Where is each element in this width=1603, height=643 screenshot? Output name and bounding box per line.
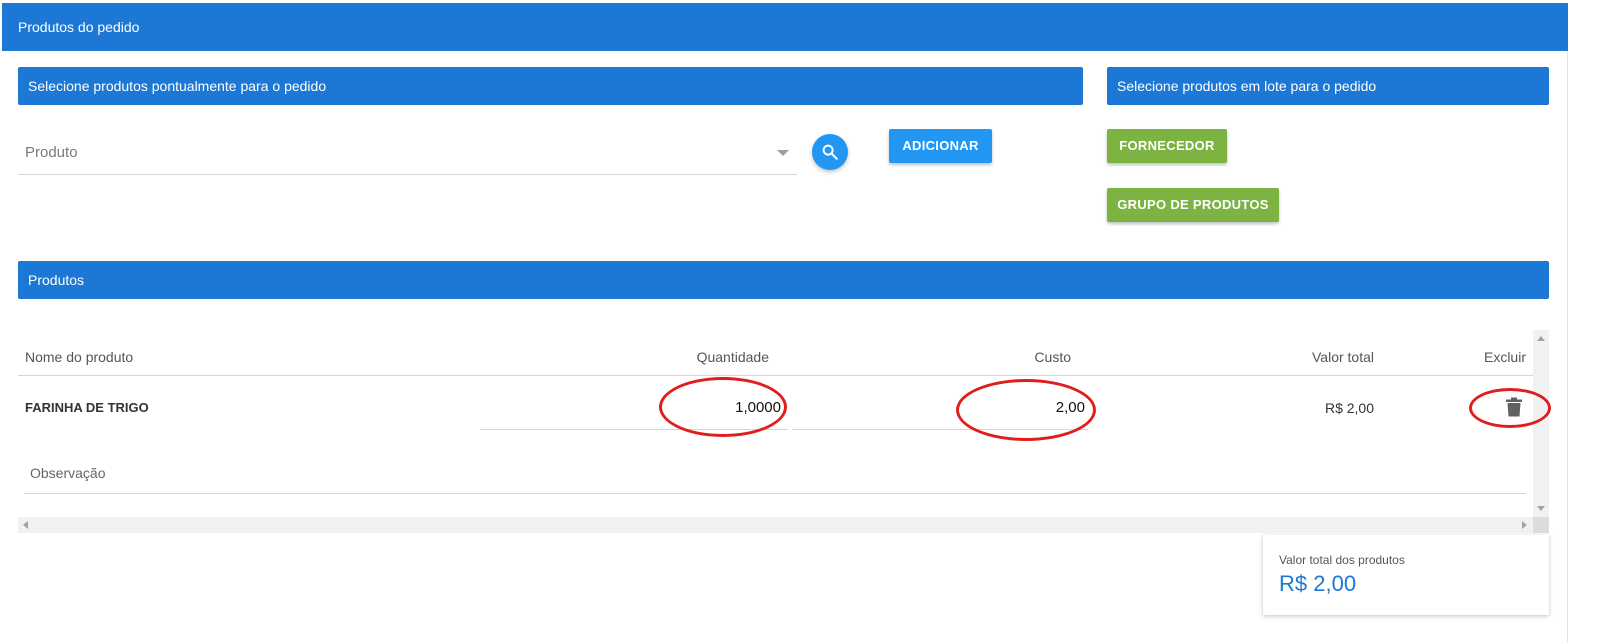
products-total-label: Valor total dos produtos <box>1279 553 1405 567</box>
scroll-left-icon[interactable] <box>23 521 28 529</box>
single-select-header: Selecione produtos pontualmente para o p… <box>18 67 1083 105</box>
panel-title: Produtos do pedido <box>2 3 1568 51</box>
chevron-down-icon[interactable] <box>777 150 789 156</box>
scroll-down-icon[interactable] <box>1537 506 1545 511</box>
column-header-name: Nome do produto <box>25 349 134 365</box>
column-header-delete: Excluir <box>1483 349 1526 365</box>
products-table: Nome do produto Quantidade Custo Valor t… <box>18 330 1549 534</box>
row-total-value: R$ 2,00 <box>1324 400 1374 416</box>
products-total-value: R$ 2,00 <box>1279 571 1357 596</box>
scroll-up-icon[interactable] <box>1537 336 1545 341</box>
product-select[interactable]: Produto <box>18 133 797 175</box>
supplier-button[interactable]: FORNECEDOR <box>1107 129 1227 163</box>
annotation-circle-cost <box>956 379 1096 441</box>
observation-underline <box>24 493 1526 494</box>
annotation-circle-quantity <box>659 377 787 437</box>
observation-field[interactable]: Observação <box>30 465 105 481</box>
products-header: Produtos <box>18 261 1549 299</box>
header-divider <box>18 375 1533 376</box>
product-name: FARINHA DE TRIGO <box>25 400 149 415</box>
product-select-placeholder: Produto <box>25 144 78 161</box>
batch-select-header: Selecione produtos em lote para o pedido <box>1107 67 1549 105</box>
horizontal-scrollbar[interactable] <box>18 517 1549 533</box>
scroll-right-icon[interactable] <box>1522 521 1527 529</box>
product-group-button[interactable]: GRUPO DE PRODUTOS <box>1107 188 1279 222</box>
search-button[interactable] <box>812 134 848 170</box>
column-header-total: Valor total <box>1312 349 1374 365</box>
annotation-circle-delete <box>1469 388 1551 428</box>
column-header-cost: Custo <box>1034 349 1071 365</box>
column-header-quantity: Quantidade <box>696 349 769 365</box>
scrollbar-corner <box>1533 517 1549 533</box>
search-icon <box>822 144 838 160</box>
products-total-card: Valor total dos produtos R$ 2,00 <box>1263 535 1549 615</box>
add-button[interactable]: ADICIONAR <box>889 129 992 163</box>
